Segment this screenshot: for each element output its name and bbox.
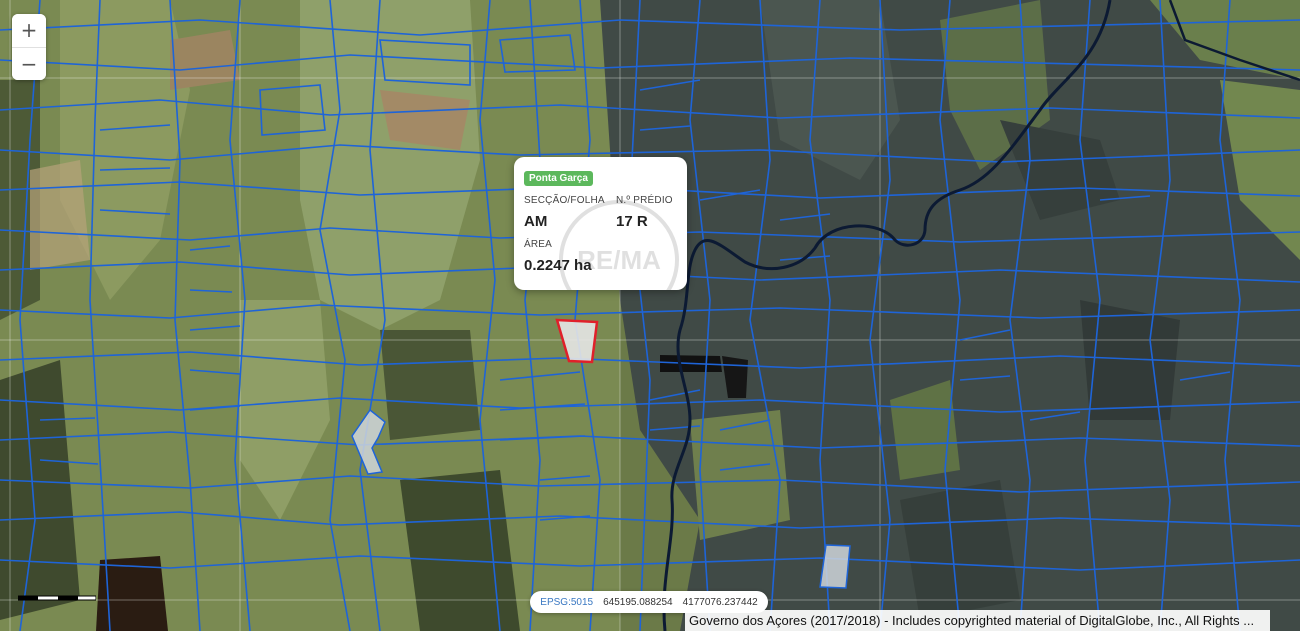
watermark-logo: RE/MA xyxy=(559,200,679,290)
parcel-info-popup: RE/MA Ponta Garça SECÇÃO/FOLHA N.º PRÉDI… xyxy=(514,157,687,290)
area-value: 0.2247 ha xyxy=(524,257,592,274)
zoom-control: + − xyxy=(12,14,46,80)
location-badge: Ponta Garça xyxy=(524,171,593,186)
highlighted-parcel[interactable] xyxy=(819,544,851,589)
section-value: AM xyxy=(524,213,548,230)
predio-label: N.º PRÉDIO xyxy=(616,195,673,206)
section-label: SECÇÃO/FOLHA xyxy=(524,195,605,206)
map-attribution: Governo dos Açores (2017/2018) - Include… xyxy=(685,610,1270,631)
area-label: ÁREA xyxy=(524,239,553,250)
epsg-code[interactable]: EPSG:5015 xyxy=(540,597,593,608)
zoom-out-button[interactable]: − xyxy=(12,47,46,80)
coord-y: 4177076.237442 xyxy=(682,596,758,608)
scale-bar xyxy=(18,595,96,601)
zoom-in-button[interactable]: + xyxy=(12,14,46,47)
satellite-map[interactable] xyxy=(0,0,1300,631)
predio-value: 17 R xyxy=(616,213,648,230)
coord-x: 645195.088254 xyxy=(603,596,673,608)
